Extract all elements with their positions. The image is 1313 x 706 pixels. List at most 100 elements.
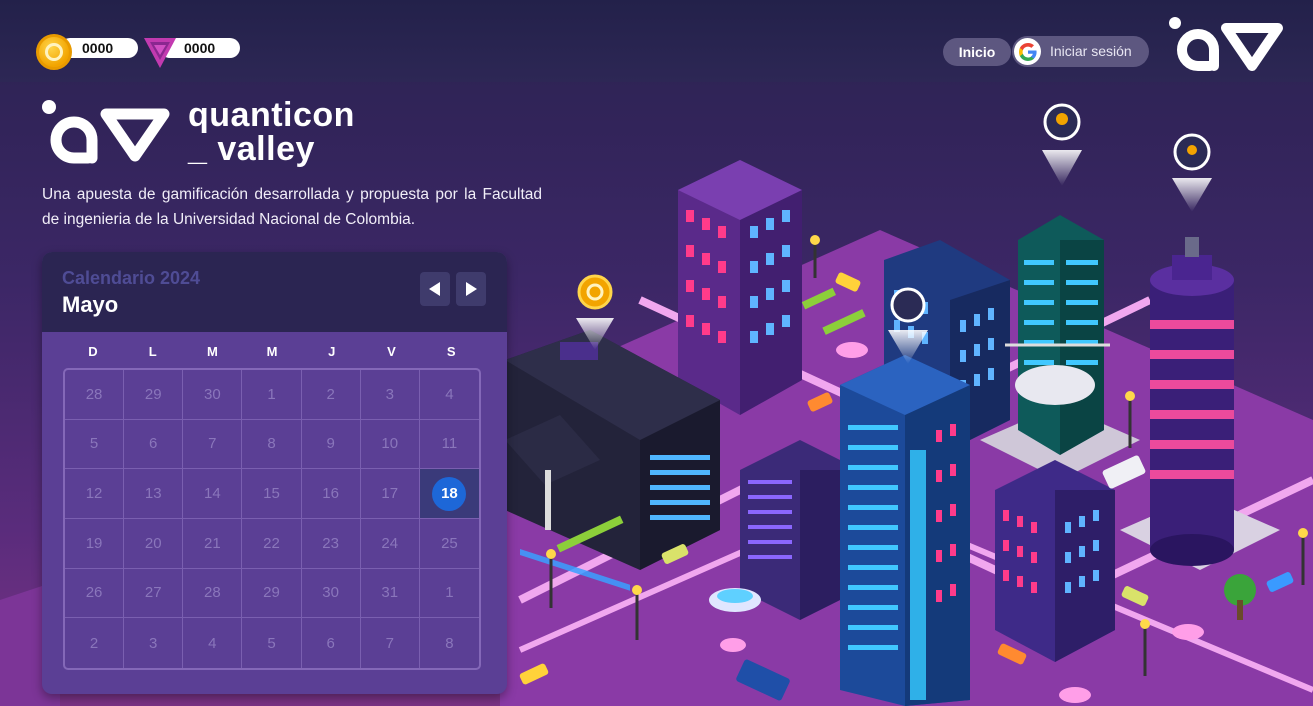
calendar-day-cell[interactable]: 25 [419, 519, 479, 569]
calendar-day-number: 17 [381, 485, 399, 503]
login-button[interactable]: Iniciar sesión [1012, 36, 1149, 67]
weekday-label: M [206, 344, 218, 359]
calendar-day-number: 30 [322, 584, 339, 602]
building-h [995, 460, 1115, 662]
calendar-day-number: 29 [263, 584, 280, 602]
calendar-day-number: 6 [149, 435, 158, 453]
calendar-day-number: 1 [267, 385, 276, 403]
calendar-day-cell[interactable]: 11 [419, 420, 479, 470]
calendar-day-cell[interactable]: 5 [65, 419, 125, 470]
calendar-day-number: 8 [267, 435, 276, 453]
calendar-day-cell[interactable]: 7 [183, 419, 243, 470]
home-button[interactable]: Inicio [943, 38, 1011, 66]
calendar-day-cell[interactable]: 16 [301, 469, 361, 519]
calendar-day-number: 24 [381, 534, 399, 552]
calendar-day-number: 6 [326, 634, 335, 652]
calendar-day-cell[interactable]: 19 [65, 519, 125, 569]
calendar-day-cell[interactable]: 7 [361, 618, 420, 668]
gem-icon [144, 38, 176, 68]
weekday-label: D [88, 344, 98, 359]
calendar-day-number: 27 [144, 584, 162, 602]
coin-count: 0000 [82, 40, 114, 56]
google-icon [1014, 38, 1041, 65]
building-c [884, 240, 1010, 450]
calendar-day-cell[interactable]: 4 [419, 370, 479, 420]
previous-month-button[interactable] [420, 272, 450, 306]
calendar-day-number: 4 [208, 634, 217, 652]
calendar-day-number: 14 [204, 485, 221, 503]
weekday-label: L [148, 344, 157, 359]
calendar-day-cell[interactable]: 4 [183, 618, 243, 668]
calendar-day-number: 7 [208, 435, 217, 453]
calendar-day-cell[interactable]: 23 [301, 519, 361, 569]
calendar-day-cell[interactable]: 6 [124, 419, 184, 470]
calendar-day-cell[interactable]: 27 [124, 568, 184, 619]
map-marker-ideas [1172, 133, 1212, 212]
calendar-day-cell[interactable]: 13 [124, 469, 184, 519]
calendar-day-cell[interactable]: 30 [301, 568, 361, 619]
calendar-day-cell[interactable]: 22 [242, 519, 302, 569]
map-marker-finance [1042, 103, 1082, 186]
brand-logo-icon[interactable] [1166, 14, 1286, 74]
brand-name-line2: _ valley [188, 130, 315, 168]
building-d [980, 215, 1140, 480]
chevron-right-icon [466, 282, 477, 296]
calendar-day-cell[interactable]: 10 [360, 419, 420, 470]
building-f [740, 440, 860, 620]
calendar-day-number: 9 [326, 435, 335, 453]
calendar-day-number: 31 [381, 584, 399, 602]
calendar-header: Calendario 2024 Mayo [42, 252, 507, 332]
calendar-day-cell[interactable]: 29 [124, 370, 184, 420]
home-button-label: Inicio [958, 44, 996, 60]
calendar-day-number: 12 [85, 485, 103, 503]
calendar-day-number: 19 [85, 534, 103, 552]
calendar-day-cell[interactable]: 9 [301, 419, 361, 470]
calendar-widget: Calendario 2024 Mayo DLMMJVS 28 29 30 1 2 3 4 5… [42, 252, 507, 694]
calendar-day-number: 29 [144, 385, 162, 403]
login-button-label: Iniciar sesión [1050, 43, 1132, 59]
calendar-day-number: 25 [441, 534, 458, 552]
hero-logo-icon [42, 100, 170, 164]
gem-count: 0000 [184, 40, 216, 56]
calendar-day-cell[interactable]: 21 [183, 519, 243, 569]
map-marker-coin [576, 274, 614, 350]
hero-description: Una apuesta de gamificación desarrollada… [42, 186, 542, 228]
map-marker-engineering [888, 287, 928, 364]
calendar-day-cell[interactable]: 31 [360, 568, 420, 619]
calendar-day-cell[interactable]: 24 [360, 519, 420, 569]
coin-icon [36, 34, 72, 70]
calendar-day-cell[interactable]: 29 [242, 568, 302, 619]
calendar-day-cell[interactable]: 2 [65, 618, 125, 668]
calendar-day-cell[interactable]: 5 [242, 618, 302, 668]
next-month-button[interactable] [456, 272, 486, 306]
top-bar: 0000 0000 Inicio Iniciar sesión [0, 0, 1313, 82]
calendar-day-cell[interactable]: 2 [301, 370, 361, 420]
calendar-day-cell[interactable]: 26 [65, 568, 125, 619]
calendar-day-number: 22 [263, 534, 280, 552]
calendar-day-cell[interactable]: 14 [183, 469, 243, 519]
calendar-day-number: 26 [85, 584, 103, 602]
calendar-day-cell[interactable]: 1 [242, 370, 302, 420]
calendar-day-cell[interactable]: 20 [124, 519, 184, 569]
weekday-label: J [328, 344, 336, 359]
calendar-day-cell[interactable]: 12 [65, 469, 125, 519]
calendar-day-cell[interactable]: 15 [242, 469, 302, 519]
calendar-day-cell[interactable]: 18 [419, 469, 479, 519]
calendar-day-cell[interactable]: 6 [302, 618, 361, 668]
building-g [840, 355, 970, 706]
building-e [1120, 237, 1280, 570]
calendar-day-cell[interactable]: 30 [183, 370, 243, 420]
calendar-day-cell[interactable]: 8 [420, 618, 479, 668]
calendar-day-cell[interactable]: 28 [183, 568, 243, 619]
calendar-day-number: 5 [89, 435, 99, 453]
calendar-day-cell[interactable]: 1 [419, 569, 479, 619]
calendar-day-number: 15 [263, 485, 280, 503]
calendar-day-cell[interactable]: 3 [360, 370, 420, 420]
calendar-day-cell[interactable]: 3 [124, 618, 184, 668]
calendar-day-cell[interactable]: 28 [65, 370, 125, 420]
calendar-day-cell[interactable]: 8 [242, 419, 302, 470]
calendar-day-number: 30 [204, 385, 221, 403]
calendar-day-number: 10 [381, 435, 399, 453]
weekday-label: V [387, 344, 396, 359]
calendar-day-cell[interactable]: 17 [360, 469, 420, 519]
